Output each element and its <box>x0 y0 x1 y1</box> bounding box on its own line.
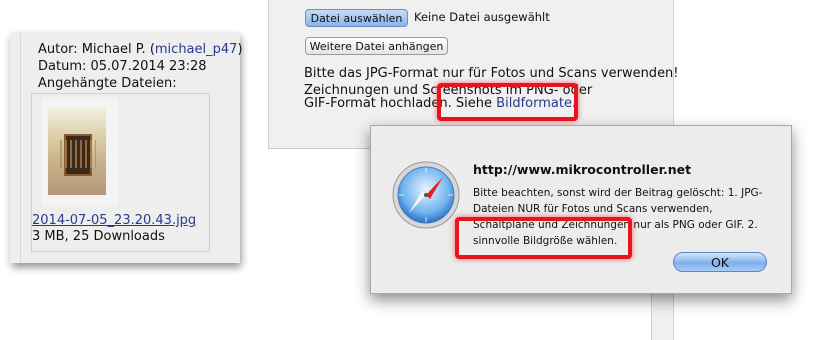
post-date: Datum: 05.07.2014 23:28 <box>38 59 207 74</box>
no-file-status: Keine Datei ausgewählt <box>414 10 550 24</box>
safari-compass-icon <box>392 161 460 229</box>
attachment-file-link[interactable]: 2014-07-05_23.20.43.jpg <box>32 213 196 228</box>
ok-button[interactable]: OK <box>673 252 767 272</box>
author-close-paren: ) <box>237 42 243 57</box>
chip-image <box>60 134 96 176</box>
attachment-meta: 3 MB, 25 Downloads <box>32 229 165 244</box>
hint-line-1: Bitte das JPG-Format nur für Fotos und S… <box>304 66 679 81</box>
highlight-box-dialog <box>455 217 632 259</box>
choose-file-button[interactable]: Datei auswählen <box>305 9 408 27</box>
author-profile-link[interactable]: michael_p47 <box>155 42 238 57</box>
author-line: Autor: Michael P. (michael_p47) <box>38 42 243 58</box>
dialog-title: http://www.mikrocontroller.net <box>473 162 692 177</box>
attachments-label: Angehängte Dateien: <box>38 76 177 91</box>
author-label: Autor: Michael P. ( <box>38 42 155 57</box>
highlight-box-form <box>437 83 578 121</box>
add-file-button[interactable]: Weitere Datei anhängen <box>305 37 448 55</box>
attachment-thumbnail[interactable] <box>42 99 118 205</box>
